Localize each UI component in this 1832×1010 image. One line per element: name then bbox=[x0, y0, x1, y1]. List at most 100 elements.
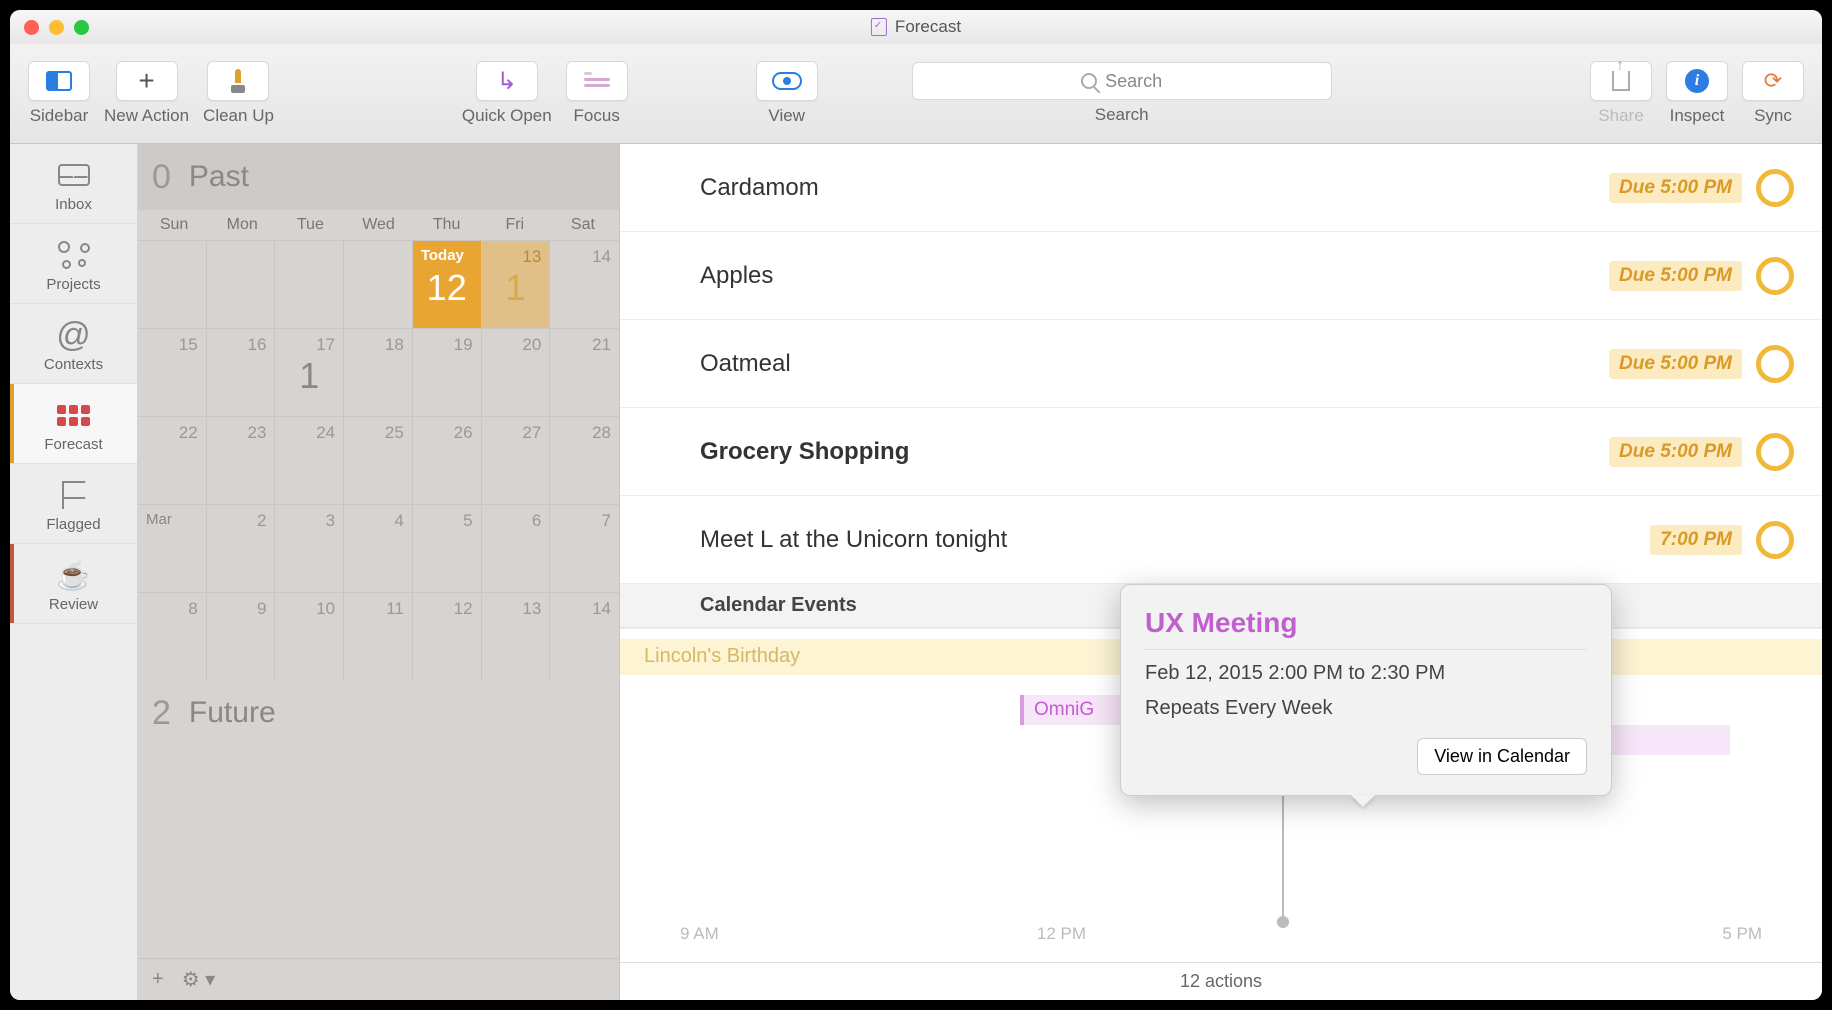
quick-open-label: Quick Open bbox=[462, 106, 552, 126]
inbox-icon bbox=[58, 164, 90, 186]
task-title: Apples bbox=[700, 262, 1609, 290]
app-window: Forecast Sidebar + New Action Clean Up ↳… bbox=[10, 10, 1822, 1000]
cal-cell[interactable]: 16 bbox=[207, 328, 276, 416]
task-row[interactable]: Oatmeal Due 5:00 PM bbox=[620, 320, 1822, 408]
cal-cell[interactable]: 9 bbox=[207, 592, 276, 680]
cal-cell[interactable]: 5 bbox=[413, 504, 482, 592]
future-row[interactable]: 2 Future bbox=[138, 680, 619, 746]
nav-forecast[interactable]: Forecast bbox=[10, 384, 137, 464]
status-text: 12 actions bbox=[1180, 971, 1262, 992]
cal-cell[interactable]: 12 bbox=[413, 592, 482, 680]
titlebar: Forecast bbox=[10, 10, 1822, 44]
cal-cell[interactable]: 26 bbox=[413, 416, 482, 504]
nav-flagged[interactable]: Flagged bbox=[10, 464, 137, 544]
quick-open-button[interactable]: ↳ bbox=[476, 61, 538, 101]
cal-cell[interactable]: 11 bbox=[344, 592, 413, 680]
complete-checkbox[interactable] bbox=[1756, 345, 1794, 383]
cal-cell[interactable]: 6 bbox=[482, 504, 551, 592]
future-label: Future bbox=[189, 696, 276, 730]
task-list: Cardamom Due 5:00 PM Apples Due 5:00 PM … bbox=[620, 144, 1822, 584]
cal-cell[interactable]: 13 1 bbox=[482, 240, 551, 328]
popover-title: UX Meeting bbox=[1145, 607, 1587, 650]
focus-icon bbox=[584, 72, 610, 90]
task-row[interactable]: Grocery Shopping Due 5:00 PM bbox=[620, 408, 1822, 496]
cal-cell[interactable]: 4 bbox=[344, 504, 413, 592]
cal-cell[interactable]: 10 bbox=[275, 592, 344, 680]
sidebar-icon bbox=[46, 71, 72, 91]
nav-projects[interactable]: Projects bbox=[10, 224, 137, 304]
nav-review[interactable]: ☕ Review bbox=[10, 544, 137, 624]
window-title-group: Forecast bbox=[871, 17, 961, 37]
past-label: Past bbox=[189, 160, 249, 194]
task-row[interactable]: Meet L at the Unicorn tonight 7:00 PM bbox=[620, 496, 1822, 584]
cal-cell[interactable]: 14 bbox=[550, 240, 619, 328]
cal-cell[interactable]: 25 bbox=[344, 416, 413, 504]
popover-time: Feb 12, 2015 2:00 PM to 2:30 PM bbox=[1145, 662, 1587, 685]
focus-button[interactable] bbox=[566, 61, 628, 101]
cal-cell[interactable]: 15 bbox=[138, 328, 207, 416]
cal-cell[interactable]: 24 bbox=[275, 416, 344, 504]
cal-cell[interactable]: 14 bbox=[550, 592, 619, 680]
task-title: Cardamom bbox=[700, 174, 1609, 202]
cal-cell[interactable]: 18 bbox=[344, 328, 413, 416]
cal-cell[interactable]: 13 bbox=[482, 592, 551, 680]
popover-repeat: Repeats Every Week bbox=[1145, 697, 1587, 720]
search-placeholder: Search bbox=[1105, 71, 1162, 92]
task-row[interactable]: Apples Due 5:00 PM bbox=[620, 232, 1822, 320]
new-action-label: New Action bbox=[104, 106, 189, 126]
event-popover: UX Meeting Feb 12, 2015 2:00 PM to 2:30 … bbox=[1120, 584, 1612, 796]
gear-icon[interactable]: ⚙︎ ▾ bbox=[182, 967, 216, 992]
cal-cell[interactable]: 28 bbox=[550, 416, 619, 504]
view-in-calendar-button[interactable]: View in Calendar bbox=[1417, 738, 1587, 775]
clean-up-button[interactable] bbox=[207, 61, 269, 101]
minimize-icon[interactable] bbox=[49, 20, 64, 35]
past-row[interactable]: 0 Past bbox=[138, 144, 619, 210]
sidebar-label: Sidebar bbox=[30, 106, 89, 126]
close-icon[interactable] bbox=[24, 20, 39, 35]
share-icon bbox=[1612, 71, 1630, 91]
complete-checkbox[interactable] bbox=[1756, 521, 1794, 559]
sidebar-button[interactable] bbox=[28, 61, 90, 101]
new-action-button[interactable]: + bbox=[116, 61, 178, 101]
cal-cell[interactable]: 23 bbox=[207, 416, 276, 504]
share-button[interactable] bbox=[1590, 61, 1652, 101]
nav-contexts[interactable]: @ Contexts bbox=[10, 304, 137, 384]
cal-cell[interactable]: 2 bbox=[207, 504, 276, 592]
complete-checkbox[interactable] bbox=[1756, 257, 1794, 295]
calendar-grid: Today 12 13 1 14 15 16 171 18 19 20 21 2… bbox=[138, 240, 619, 680]
zoom-icon[interactable] bbox=[74, 20, 89, 35]
cal-cell[interactable]: 27 bbox=[482, 416, 551, 504]
cal-cell[interactable] bbox=[138, 240, 207, 328]
arrow-icon: ↳ bbox=[497, 67, 517, 96]
cal-cell[interactable] bbox=[344, 240, 413, 328]
view-button[interactable] bbox=[756, 61, 818, 101]
coffee-icon: ☕ bbox=[56, 559, 91, 592]
cal-cell[interactable]: 3 bbox=[275, 504, 344, 592]
window-title: Forecast bbox=[895, 17, 961, 37]
inspect-button[interactable]: i bbox=[1666, 61, 1728, 101]
sync-button[interactable]: ⟳ bbox=[1742, 61, 1804, 101]
cal-cell[interactable]: 8 bbox=[138, 592, 207, 680]
add-perspective-button[interactable]: + bbox=[152, 968, 164, 991]
cal-cell[interactable]: 19 bbox=[413, 328, 482, 416]
cal-cell[interactable]: 20 bbox=[482, 328, 551, 416]
task-row[interactable]: Cardamom Due 5:00 PM bbox=[620, 144, 1822, 232]
cal-cell[interactable] bbox=[207, 240, 276, 328]
cal-cell[interactable]: 21 bbox=[550, 328, 619, 416]
search-input[interactable]: Search bbox=[912, 62, 1332, 100]
nav-inbox[interactable]: Inbox bbox=[10, 144, 137, 224]
forecast-icon bbox=[57, 405, 90, 426]
past-count: 0 bbox=[152, 158, 171, 197]
cal-cell[interactable]: 22 bbox=[138, 416, 207, 504]
search-icon bbox=[1081, 73, 1097, 89]
cal-cell-today[interactable]: Today 12 bbox=[413, 240, 482, 328]
cal-cell[interactable] bbox=[275, 240, 344, 328]
cal-cell[interactable]: 7 bbox=[550, 504, 619, 592]
document-icon bbox=[871, 18, 887, 36]
cal-cell[interactable]: Mar bbox=[138, 504, 207, 592]
due-badge: Due 5:00 PM bbox=[1609, 173, 1742, 203]
complete-checkbox[interactable] bbox=[1756, 433, 1794, 471]
cal-cell[interactable]: 171 bbox=[275, 328, 344, 416]
task-title: Grocery Shopping bbox=[700, 438, 1609, 466]
complete-checkbox[interactable] bbox=[1756, 169, 1794, 207]
